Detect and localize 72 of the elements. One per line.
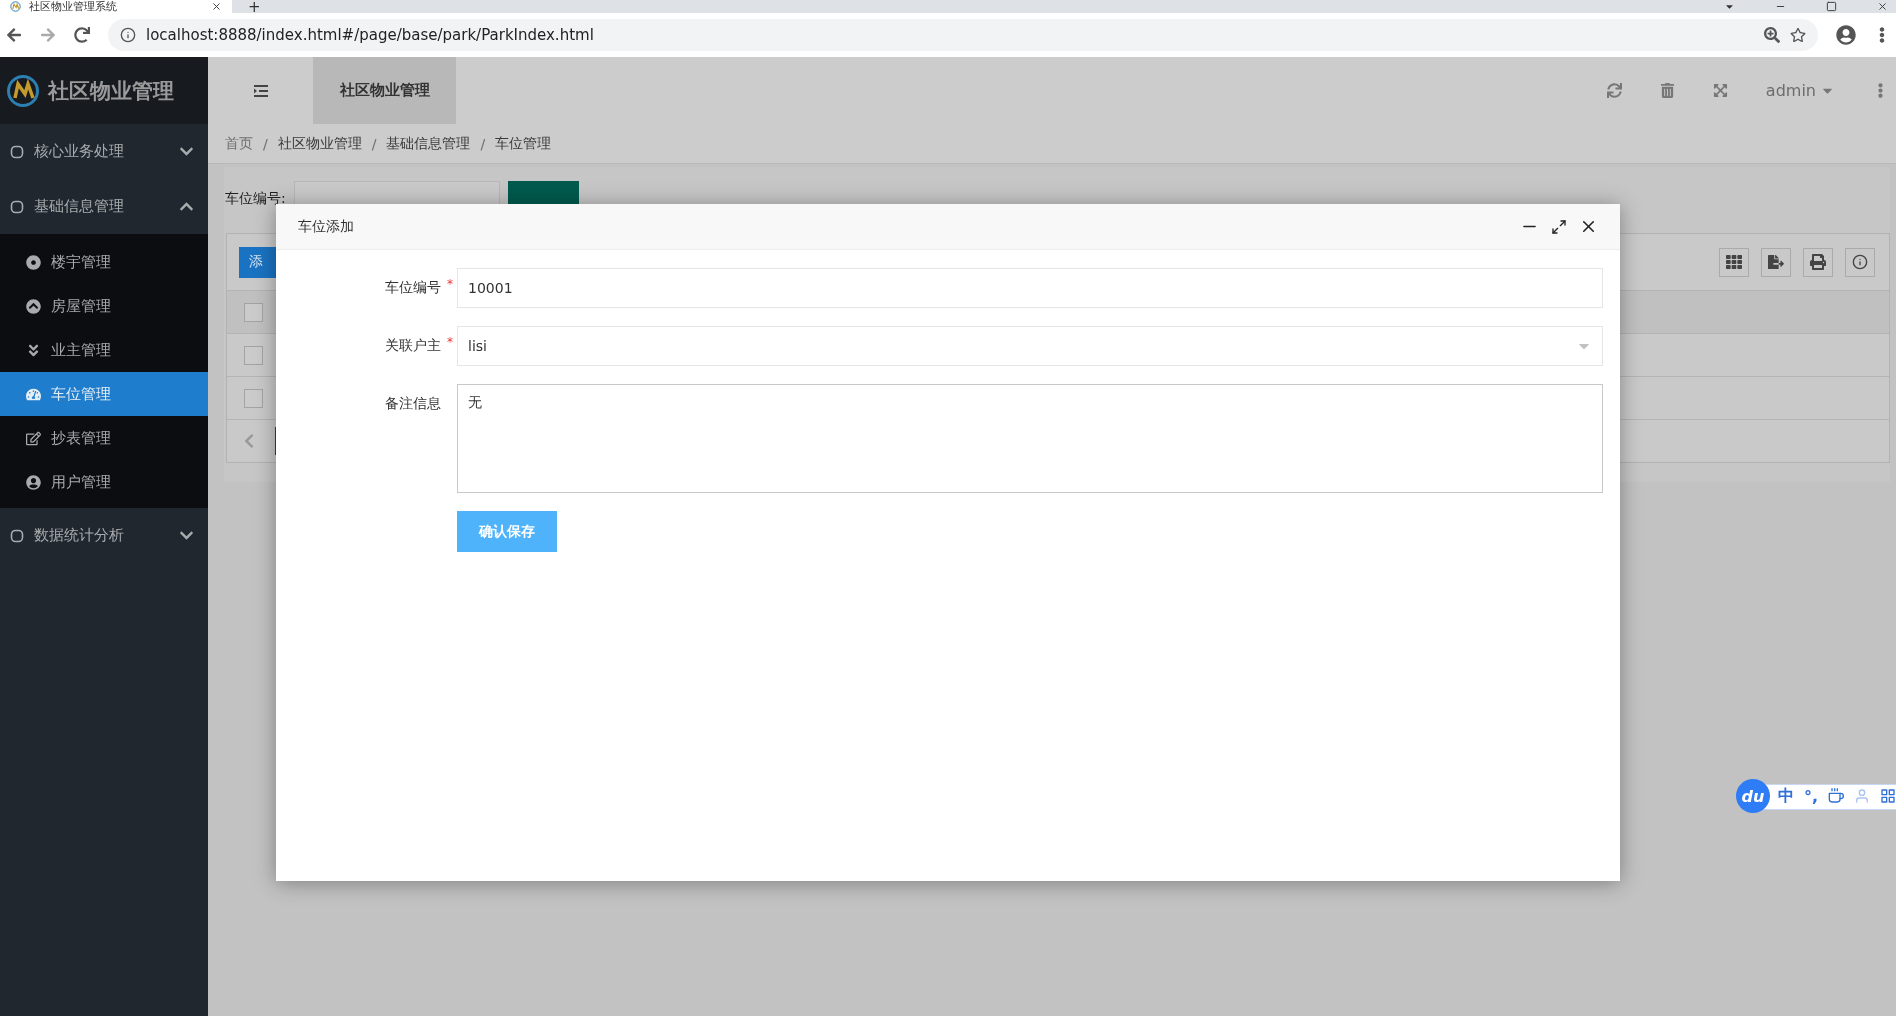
sidebar-item[interactable]: 业主管理 [0,328,208,372]
fullscreen-icon[interactable] [1712,83,1728,98]
info-icon[interactable] [120,27,136,43]
export-icon [1768,254,1784,270]
maximize-icon[interactable] [1551,218,1567,235]
edit-icon [26,430,41,446]
field-label: 备注信息 [385,395,441,413]
sidebar-group[interactable]: 基础信息管理 [0,179,208,234]
dialog-title: 车位添加 [298,217,355,236]
header-tab[interactable]: 社区物业管理 [313,57,456,124]
field-label: 车位编号 [385,279,441,297]
sidebar-item[interactable]: 房屋管理 [0,284,208,328]
refresh-icon[interactable] [1606,83,1622,98]
url-text: localhost:8888/index.html#/page/base/park/ParkIndex.html [146,26,595,44]
rounded-square-icon [10,528,24,543]
ime-button[interactable]: °, [1804,786,1819,806]
sidebar-item[interactable]: 用户管理 [0,460,208,504]
rounded-square-icon [10,199,24,214]
rounded-square-icon [10,144,24,159]
back-icon[interactable] [6,27,22,43]
textarea-field[interactable]: 无 [457,384,1603,493]
menu-icon[interactable] [253,84,268,97]
required-mark: * [447,277,453,291]
print-button[interactable] [1803,247,1833,277]
user-icon [26,474,41,490]
grid-icon [1726,254,1742,270]
breadcrumb-separator: / [371,135,377,152]
checkbox[interactable] [244,345,263,365]
input-field[interactable]: 10001 [457,268,1603,308]
close-icon[interactable] [1877,1,1888,12]
sidebar-item[interactable]: 车位管理 [0,372,208,416]
target-icon [26,254,41,270]
double-chevron-icon [26,342,41,358]
sidebar-item[interactable]: 楼宇管理 [0,240,208,284]
address-bar[interactable]: localhost:8888/index.html#/page/base/park/ParkIndex.html [108,19,1818,51]
breadcrumb-link[interactable]: 基础信息管理 [386,134,471,153]
sidebar-group[interactable]: 数据统计分析 [0,508,208,563]
info-button[interactable] [1845,247,1875,277]
logo-text: 社区物业管理 [48,77,174,105]
info-icon [1852,254,1868,270]
columns-button[interactable] [1719,247,1749,277]
browser-tab[interactable]: 社区物业管理系统 [0,0,232,13]
cup-icon[interactable] [1828,788,1845,804]
breadcrumb-separator: / [263,135,268,152]
ime-logo[interactable]: du [1736,779,1770,813]
gauge-icon [26,386,41,402]
tab-title: 社区物业管理系统 [29,0,117,13]
checkbox[interactable] [244,388,263,408]
close-icon[interactable] [211,1,222,12]
profile-icon[interactable] [1836,25,1856,45]
breadcrumb-separator: / [480,135,486,152]
export-button[interactable] [1761,247,1791,277]
trash-icon[interactable] [1659,83,1675,98]
search-label: 车位编号: [225,190,286,208]
new-tab-button[interactable]: + [248,1,261,13]
field-label: 关联户主 [385,337,441,355]
breadcrumb-link[interactable]: 车位管理 [495,134,552,153]
sidebar-item[interactable]: 抄表管理 [0,416,208,460]
checkbox[interactable] [244,302,263,322]
grid-icon[interactable] [1880,788,1896,804]
logo-icon [6,73,40,108]
required-mark: * [447,335,453,349]
sidebar-group[interactable]: 核心业务处理 [0,124,208,179]
select-field[interactable]: lisi [457,326,1603,366]
breadcrumb-link[interactable]: 社区物业管理 [277,134,362,153]
logo-icon [10,1,21,12]
star-icon[interactable] [1790,27,1806,43]
ime-button[interactable]: 中 [1778,785,1794,807]
printer-icon [1810,254,1826,270]
reload-icon[interactable] [74,27,90,43]
zoom-icon[interactable] [1764,27,1780,43]
restore-icon[interactable] [1826,1,1837,12]
